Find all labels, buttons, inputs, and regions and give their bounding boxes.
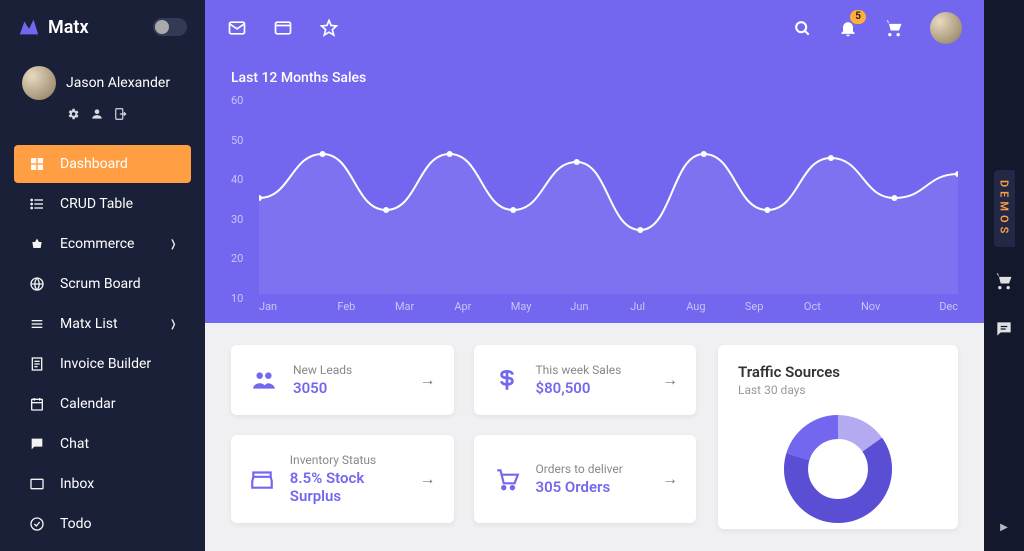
notification-badge: 5 — [850, 10, 866, 24]
chart-y-axis: 605040302010 — [231, 94, 243, 294]
stat-cards: New Leads 3050 → This week Sales $80,500… — [231, 345, 696, 529]
store-icon — [249, 464, 276, 494]
traffic-subtitle: Last 30 days — [738, 383, 938, 397]
stat-card-week-sales: This week Sales $80,500 → — [474, 345, 697, 415]
inbox-icon — [28, 476, 46, 492]
nav-label: Chat — [60, 436, 89, 452]
user-avatar[interactable] — [22, 66, 56, 100]
nav-invoice-builder[interactable]: Invoice Builder — [14, 345, 191, 383]
nav-todo[interactable]: Todo — [14, 505, 191, 543]
right-rail: DEMOS ▶ — [984, 0, 1024, 551]
receipt-icon — [28, 356, 46, 372]
arrow-right-icon[interactable]: → — [420, 469, 436, 489]
nav-label: Matx List — [60, 316, 118, 332]
chart-x-axis: JanFebMarAprMayJunJulAugSepOctNovDec — [259, 300, 958, 313]
nav: Dashboard CRUD Table Ecommerce ❯ Scrum B… — [0, 137, 205, 543]
arrow-right-icon[interactable]: → — [662, 370, 678, 390]
sidebar: Matx Jason Alexander Dashboard CRUD Tabl… — [0, 0, 205, 551]
main: 5 Last 12 Months Sales 605040302010 JanF… — [205, 0, 984, 551]
check-circle-icon — [28, 516, 46, 532]
brand: Matx — [0, 0, 205, 54]
search-icon[interactable] — [792, 18, 812, 38]
content: New Leads 3050 → This week Sales $80,500… — [205, 323, 984, 529]
star-icon[interactable] — [319, 18, 339, 38]
demos-button[interactable]: DEMOS — [994, 170, 1015, 247]
stat-label: Orders to deliver — [536, 462, 623, 476]
notifications-icon[interactable]: 5 — [838, 18, 858, 38]
nav-calendar[interactable]: Calendar — [14, 385, 191, 423]
stat-label: New Leads — [293, 363, 352, 377]
nav-crud-table[interactable]: CRUD Table — [14, 185, 191, 223]
sales-chart: 605040302010 — [231, 94, 958, 294]
user-actions — [0, 106, 205, 137]
user-name: Jason Alexander — [66, 75, 170, 91]
traffic-donut-chart — [738, 397, 938, 529]
calendar-icon — [28, 396, 46, 412]
traffic-title: Traffic Sources — [738, 363, 938, 381]
traffic-sources-card: Traffic Sources Last 30 days — [718, 345, 958, 529]
nav-inbox[interactable]: Inbox — [14, 465, 191, 503]
people-icon — [249, 365, 279, 395]
stat-value: $80,500 — [536, 379, 622, 397]
nav-label: Scrum Board — [60, 276, 141, 292]
stat-label: Inventory Status — [290, 453, 406, 467]
rail-comment-icon[interactable] — [994, 319, 1014, 343]
cart-icon[interactable] — [884, 18, 904, 38]
nav-label: CRUD Table — [60, 196, 133, 212]
basket-icon — [28, 236, 46, 252]
shopping-cart-icon — [492, 464, 522, 494]
dashboard-icon — [28, 156, 46, 172]
brand-logo-icon — [18, 16, 40, 38]
chevron-right-icon: ❯ — [170, 239, 176, 250]
nav-label: Ecommerce — [60, 236, 134, 252]
settings-icon[interactable] — [66, 106, 80, 125]
chart-plot — [259, 94, 958, 294]
stat-value: 8.5% Stock Surplus — [290, 469, 406, 505]
person-icon[interactable] — [90, 106, 104, 125]
dollar-icon — [492, 365, 522, 395]
chat-icon — [28, 436, 46, 452]
chart-title: Last 12 Months Sales — [231, 70, 958, 86]
nav-ecommerce[interactable]: Ecommerce ❯ — [14, 225, 191, 263]
nav-label: Inbox — [60, 476, 94, 492]
arrow-right-icon[interactable]: → — [662, 469, 678, 489]
stat-card-new-leads: New Leads 3050 → — [231, 345, 454, 415]
arrow-right-icon[interactable]: → — [420, 370, 436, 390]
logout-icon[interactable] — [114, 106, 128, 125]
nav-label: Todo — [60, 516, 92, 532]
stat-value: 3050 — [293, 379, 352, 397]
user-block: Jason Alexander — [0, 54, 205, 106]
list-icon — [28, 196, 46, 212]
mail-icon[interactable] — [227, 18, 247, 38]
sales-chart-panel: Last 12 Months Sales 605040302010 JanFeb… — [205, 56, 984, 323]
nav-scrum-board[interactable]: Scrum Board — [14, 265, 191, 303]
theme-toggle[interactable] — [153, 18, 187, 36]
list-alt-icon — [28, 316, 46, 332]
web-asset-icon[interactable] — [273, 18, 293, 38]
chevron-right-icon: ❯ — [170, 319, 176, 330]
stat-label: This week Sales — [536, 363, 622, 377]
nav-matx-list[interactable]: Matx List ❯ — [14, 305, 191, 343]
nav-dashboard[interactable]: Dashboard — [14, 145, 191, 183]
stat-card-inventory: Inventory Status 8.5% Stock Surplus → — [231, 435, 454, 523]
rail-cart-icon[interactable] — [994, 271, 1014, 295]
topbar-avatar[interactable] — [930, 12, 962, 44]
nav-label: Invoice Builder — [60, 356, 151, 372]
nav-label: Dashboard — [60, 156, 128, 172]
brand-name: Matx — [48, 17, 89, 38]
topbar: 5 — [205, 0, 984, 56]
stat-card-orders: Orders to deliver 305 Orders → — [474, 435, 697, 523]
nav-label: Calendar — [60, 396, 116, 412]
stat-value: 305 Orders — [536, 478, 623, 496]
globe-icon — [28, 276, 46, 292]
rail-expand-icon[interactable]: ▶ — [1000, 522, 1008, 533]
nav-chat[interactable]: Chat — [14, 425, 191, 463]
